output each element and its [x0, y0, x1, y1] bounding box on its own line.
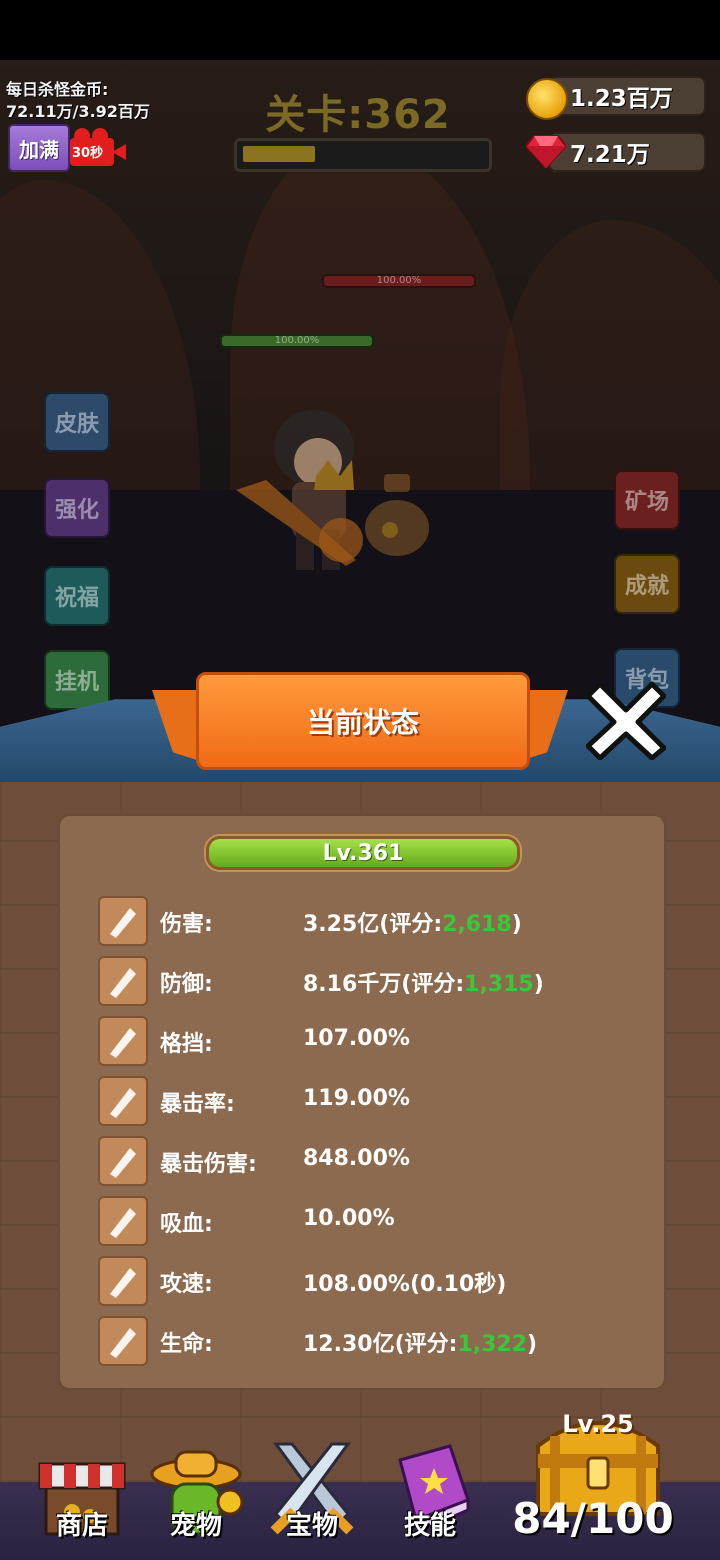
nav-label-treasure: 宝物 — [285, 1511, 338, 1541]
side-button-left-1[interactable]: 强化 — [44, 478, 110, 538]
treasure-button[interactable]: 宝物 — [262, 1440, 362, 1550]
stat-row: 伤害: 3.25亿(评分:2,618) — [98, 896, 618, 946]
side-button-right-0[interactable]: 矿场 — [614, 470, 680, 530]
side-button-left-0[interactable]: 皮肤 — [44, 392, 110, 452]
close-icon[interactable] — [586, 680, 666, 760]
lifesteal-icon — [98, 1196, 148, 1246]
shop-button[interactable]: 商店 — [32, 1440, 132, 1550]
stat-row: 防御: 8.16千万(评分:1,315) — [98, 956, 618, 1006]
stat-row: 暴击率: 119.00% — [98, 1076, 618, 1126]
stat-value-text: 3.25亿(评分: — [303, 912, 443, 937]
ruby-gem-icon — [526, 135, 566, 168]
stat-value-text: 119.00% — [303, 1086, 410, 1111]
stat-label: 暴击率: — [160, 1092, 235, 1117]
block-shield-icon — [98, 1016, 148, 1066]
stat-label: 格挡: — [160, 1032, 213, 1057]
stat-value: 8.16千万(评分:1,315) — [303, 966, 544, 998]
crit-damage-icon — [98, 1136, 148, 1186]
heart-icon — [98, 1316, 148, 1366]
stat-label: 吸血: — [160, 1212, 213, 1237]
video-timer: 30秒 — [72, 146, 104, 161]
pet-button[interactable]: 宠物 — [146, 1440, 246, 1550]
daily-kill-label: 每日杀怪金币: — [6, 80, 109, 99]
gem-value: 7.21万 — [570, 142, 650, 168]
panel-title: 当前状态 — [196, 672, 530, 770]
nav-label-pet: 宠物 — [169, 1511, 222, 1541]
nav-label-skill: 技能 — [403, 1511, 456, 1541]
stat-value-text: 107.00% — [303, 1026, 410, 1051]
stat-value-text: 848.00% — [303, 1146, 410, 1171]
stat-row: 暴击伤害: 848.00% — [98, 1136, 618, 1186]
stat-value: 119.00% — [303, 1086, 410, 1111]
stat-value-text: 10.00% — [303, 1206, 395, 1231]
gem-counter[interactable]: 7.21万 — [548, 132, 706, 172]
stat-value: 10.00% — [303, 1206, 395, 1231]
stat-label: 防御: — [160, 972, 213, 997]
stat-value-text: 108.00%(0.10秒) — [303, 1272, 507, 1297]
side-button-left-2[interactable]: 祝福 — [44, 566, 110, 626]
stat-value: 108.00%(0.10秒) — [303, 1266, 506, 1298]
stat-score: 1,322 — [457, 1332, 528, 1357]
chest-level: Lv.25 — [562, 1410, 634, 1438]
stat-score: 2,618 — [442, 912, 512, 937]
stat-label: 生命: — [160, 1332, 213, 1357]
stat-value: 107.00% — [303, 1026, 410, 1051]
stat-row: 吸血: 10.00% — [98, 1196, 618, 1246]
stat-value: 3.25亿(评分:2,618) — [303, 906, 522, 938]
loot-bag-icon — [365, 474, 429, 556]
nav-label-shop: 商店 — [55, 1511, 108, 1541]
stat-value-text: 12.30亿(评分: — [303, 1332, 458, 1357]
video-ad-button[interactable]: 30秒 — [70, 128, 126, 168]
stat-label: 暴击伤害: — [160, 1152, 257, 1177]
stat-value: 12.30亿(评分:1,322) — [303, 1326, 537, 1358]
stage-title: 关卡:362 — [265, 92, 451, 138]
stat-row: 生命: 12.30亿(评分:1,322) — [98, 1316, 618, 1366]
stat-label: 伤害: — [160, 912, 213, 937]
stat-value-text: 8.16千万(评分: — [303, 972, 465, 997]
sword-icon — [98, 896, 148, 946]
player-level-bar: Lv.361 — [206, 836, 520, 870]
gold-counter[interactable]: 1.23百万 — [548, 76, 706, 116]
stage-progress-bar — [234, 138, 492, 172]
side-button-left-3[interactable]: 挂机 — [44, 650, 110, 710]
shield-icon — [98, 956, 148, 1006]
gold-value: 1.23百万 — [570, 86, 673, 112]
stat-suffix: ) — [527, 1332, 538, 1357]
attack-speed-icon — [98, 1256, 148, 1306]
stat-row: 格挡: 107.00% — [98, 1016, 618, 1066]
stat-value: 848.00% — [303, 1146, 410, 1171]
side-button-right-1[interactable]: 成就 — [614, 554, 680, 614]
fill-max-button[interactable]: 加满 — [8, 124, 70, 172]
status-bar — [0, 0, 720, 60]
stat-row: 攻速: 108.00%(0.10秒) — [98, 1256, 618, 1306]
gold-coin-icon — [526, 78, 568, 120]
crit-icon — [98, 1076, 148, 1126]
chest-count: 84/100 — [512, 1494, 674, 1543]
stat-label: 攻速: — [160, 1272, 213, 1297]
stat-score: 1,315 — [464, 972, 534, 997]
skill-button[interactable]: 技能 — [380, 1440, 480, 1550]
stat-suffix: ) — [511, 912, 522, 937]
daily-kill-value: 72.11万/3.92百万 — [6, 102, 150, 121]
hero-hp-bar: 100.00% — [220, 334, 374, 348]
stat-suffix: ) — [533, 972, 544, 997]
boss-hp-bar: 100.00% — [322, 274, 476, 288]
